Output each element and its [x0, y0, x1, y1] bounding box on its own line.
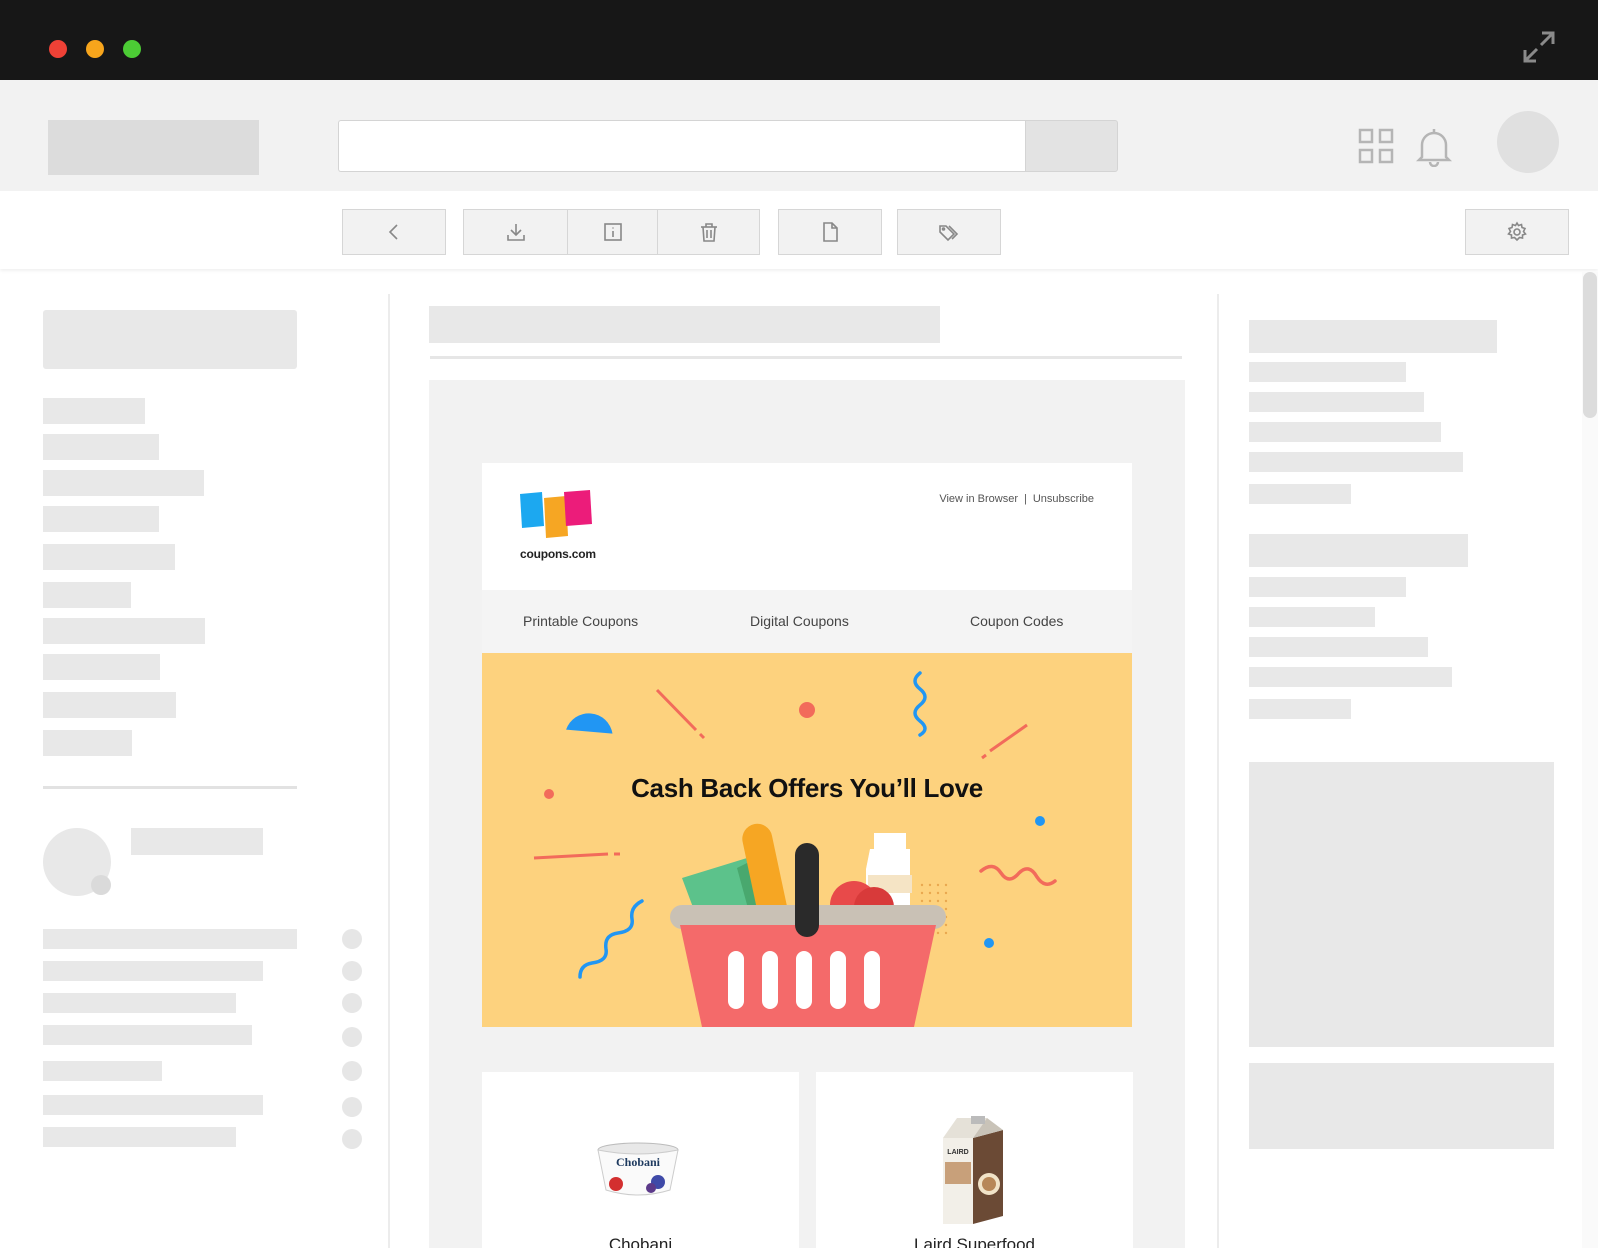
coupons-logo-icon[interactable]	[520, 490, 596, 540]
unsubscribe-link[interactable]: Unsubscribe	[1033, 493, 1094, 505]
close-window-button[interactable]	[49, 40, 67, 58]
list-dot	[342, 1097, 362, 1117]
scrollbar-thumb[interactable]	[1583, 272, 1597, 418]
list-dot	[342, 1027, 362, 1047]
laird-creamer-image: LAIRD	[943, 1116, 1003, 1224]
email-header: coupons.com View in Browser | Unsubscribe	[482, 463, 1132, 590]
grid-icon[interactable]	[1358, 128, 1394, 164]
settings-button[interactable]	[1465, 209, 1569, 255]
gear-icon	[1507, 221, 1527, 242]
maximize-window-button[interactable]	[123, 40, 141, 58]
nav-printable-coupons[interactable]: Printable Coupons	[523, 590, 638, 653]
tag-button[interactable]	[897, 209, 1001, 255]
divider	[1217, 294, 1219, 1248]
divider	[388, 294, 390, 1248]
hero-title: Cash Back Offers You’ll Love	[631, 773, 983, 803]
detail-title-placeholder	[1249, 534, 1468, 567]
avatar[interactable]	[1497, 111, 1559, 173]
folder-item[interactable]	[43, 470, 204, 496]
app-window: coupons.com View in Browser | Unsubscribe …	[0, 0, 1598, 1248]
folder-item[interactable]	[43, 398, 145, 424]
title-bar	[0, 0, 1598, 80]
back-button[interactable]	[342, 209, 446, 255]
scrollbar-track[interactable]	[1582, 272, 1598, 1248]
nav-digital-coupons[interactable]: Digital Coupons	[750, 590, 849, 653]
list-item[interactable]	[43, 929, 297, 949]
download-button[interactable]	[463, 209, 568, 255]
folder-item[interactable]	[43, 434, 159, 460]
list-dot	[342, 961, 362, 981]
chobani-yogurt-image: Chobani	[597, 1142, 679, 1196]
detail-line	[1249, 452, 1463, 472]
subject-divider	[430, 356, 1182, 359]
detail-line	[1249, 484, 1351, 504]
laird-logo-text: LAIRD	[947, 1149, 968, 1156]
product-card[interactable]: Chobani Chobani	[482, 1072, 799, 1248]
search-button[interactable]	[1025, 120, 1118, 172]
brand-name[interactable]: coupons.com	[520, 547, 596, 561]
info-icon	[603, 223, 622, 241]
ad-placeholder	[1249, 1063, 1554, 1149]
list-dot	[342, 1129, 362, 1149]
compose-button-placeholder[interactable]	[43, 310, 297, 369]
product-name: Chobani	[608, 1235, 673, 1248]
detail-title-placeholder	[1249, 320, 1497, 353]
folder-item[interactable]	[43, 582, 131, 608]
nav-coupon-codes[interactable]: Coupon Codes	[970, 590, 1063, 653]
detail-line	[1249, 392, 1424, 412]
bell-icon[interactable]	[1416, 127, 1452, 167]
list-item[interactable]	[43, 1061, 162, 1081]
detail-line	[1249, 422, 1441, 442]
detail-line	[1249, 667, 1452, 687]
folder-item[interactable]	[43, 730, 132, 756]
detail-line	[1249, 699, 1351, 719]
trash-icon	[700, 223, 717, 242]
chobani-logo-text: Chobani	[616, 1155, 661, 1169]
folder-item[interactable]	[43, 506, 159, 532]
expand-icon[interactable]	[1522, 30, 1556, 64]
email-nav: Printable Coupons Digital Coupons Coupon…	[482, 590, 1132, 653]
info-button[interactable]	[567, 209, 658, 255]
delete-button[interactable]	[657, 209, 760, 255]
detail-line	[1249, 607, 1375, 627]
folder-item[interactable]	[43, 654, 160, 680]
logo-placeholder	[48, 120, 259, 175]
sidebar-divider	[43, 786, 297, 789]
list-item[interactable]	[43, 1127, 236, 1147]
ad-placeholder	[1249, 762, 1554, 1047]
status-indicator	[91, 875, 111, 895]
download-icon	[506, 224, 525, 241]
list-dot	[342, 993, 362, 1013]
folder-item[interactable]	[43, 692, 176, 718]
view-in-browser-link[interactable]: View in Browser	[939, 493, 1018, 505]
tag-icon	[939, 225, 959, 242]
hero-banner[interactable]: Cash Back Offers You’ll Love	[482, 653, 1132, 1027]
list-item[interactable]	[43, 1095, 263, 1115]
back-icon	[388, 224, 398, 240]
minimize-window-button[interactable]	[86, 40, 104, 58]
list-item[interactable]	[43, 961, 263, 981]
list-item[interactable]	[43, 993, 236, 1013]
contact-name-placeholder	[131, 828, 263, 855]
file-button[interactable]	[778, 209, 882, 255]
product-card[interactable]: LAIRD Laird Superfood	[816, 1072, 1133, 1248]
product-name: Laird Superfood	[914, 1235, 1035, 1248]
email-subject-placeholder	[429, 306, 940, 343]
list-item[interactable]	[43, 1025, 252, 1045]
list-dot	[342, 929, 362, 949]
header-links: View in Browser | Unsubscribe	[939, 493, 1094, 505]
detail-line	[1249, 362, 1406, 382]
folder-item[interactable]	[43, 544, 175, 570]
detail-line	[1249, 637, 1428, 657]
folder-item[interactable]	[43, 618, 205, 644]
toolbar	[0, 191, 1598, 269]
hero-illustration	[533, 671, 1057, 1027]
file-icon	[823, 222, 838, 242]
detail-line	[1249, 577, 1406, 597]
link-separator: |	[1024, 493, 1027, 505]
search-input[interactable]	[338, 120, 1026, 172]
list-dot	[342, 1061, 362, 1081]
